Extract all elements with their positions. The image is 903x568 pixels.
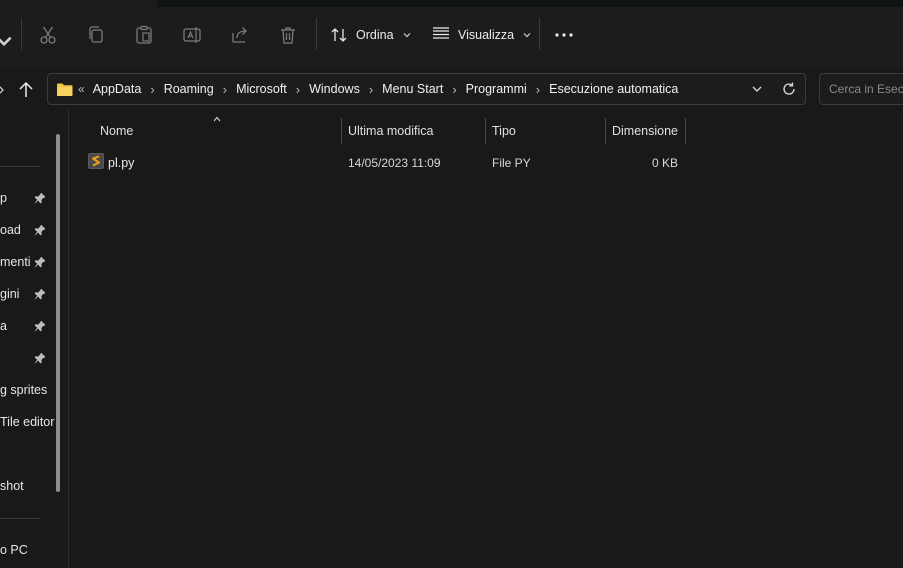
pane-divider[interactable] [68,108,69,568]
address-history-chevron-icon[interactable] [750,82,764,96]
pin-icon[interactable] [34,256,46,268]
cut-icon[interactable] [37,24,59,46]
column-divider[interactable] [485,118,486,144]
crumb-separator[interactable]: › [150,82,154,97]
nav-item-label: o PC [0,543,28,557]
view-button[interactable]: Visualizza [432,24,532,46]
nav-item-downloads[interactable]: oad [0,223,21,237]
breadcrumb: « AppData › Roaming › Microsoft › Window… [56,74,678,104]
toolbar-separator [316,18,317,50]
chevron-down-icon [403,33,410,38]
nav-item-label: p [0,191,7,205]
refresh-icon[interactable] [781,81,797,97]
sort-button[interactable]: Ordina [330,24,412,46]
view-icon [433,27,449,39]
toolbar-separator [21,18,22,50]
rename-icon[interactable] [181,24,203,46]
file-size: 0 KB [651,156,678,170]
nav-item-label: shot [0,479,24,493]
crumb-menu-start[interactable]: Menu Start [382,82,443,96]
share-icon[interactable] [229,24,251,46]
crumb-separator[interactable]: › [452,82,456,97]
nav-item-label: menti [0,255,31,269]
crumb-programmi[interactable]: Programmi [466,82,527,96]
sort-label: Ordina [356,28,394,42]
nav-item-label: gini [0,287,20,301]
column-header-size[interactable]: Dimensione [612,124,678,138]
pin-icon[interactable] [34,288,46,300]
nav-item-label: Tile editor [0,415,55,429]
nav-item-screenshot[interactable]: shot [0,479,24,493]
nav-item-label: a [0,319,7,333]
crumb-appdata[interactable]: AppData [93,82,142,96]
crumb-microsoft[interactable]: Microsoft [236,82,287,96]
nav-divider [0,166,40,167]
sort-icon [331,28,347,42]
python-file-icon [88,153,104,169]
toolbar-separator [539,18,540,50]
nav-item-sprites-folder[interactable]: g sprites [0,383,47,397]
pin-icon[interactable] [34,192,46,204]
column-header-type[interactable]: Tipo [492,124,516,138]
nav-item-pictures[interactable]: gini [0,287,19,301]
pin-icon[interactable] [34,320,46,332]
pin-icon[interactable] [34,352,46,364]
nav-item-desktop[interactable]: p [0,191,7,205]
file-type: File PY [492,156,531,170]
nav-item-music[interactable]: a [0,319,7,333]
nav-item-this-pc[interactable]: o PC [0,543,28,557]
column-divider[interactable] [685,118,686,144]
copy-icon[interactable] [85,24,107,46]
chevron-right-icon[interactable] [0,82,10,98]
nav-divider [0,518,40,519]
pin-icon[interactable] [34,224,46,236]
view-label: Visualizza [458,28,515,42]
chevron-down-icon [523,33,531,38]
delete-icon[interactable] [277,24,299,46]
nav-item-label: g sprites [0,383,48,397]
search-placeholder: Cerca in Esecuzione automatica [829,82,903,96]
up-arrow-icon[interactable] [16,80,36,100]
column-header-name[interactable]: Nome [100,124,133,138]
new-dropdown-chevron-icon[interactable] [0,24,12,47]
crumb-separator[interactable]: › [536,82,540,97]
window-top-strip [157,0,903,7]
more-icon[interactable] [553,24,575,46]
address-bar[interactable]: « AppData › Roaming › Microsoft › Window… [47,73,806,105]
file-name: pl.py [108,156,135,170]
crumb-roaming[interactable]: Roaming [164,82,214,96]
search-input[interactable]: Cerca in Esecuzione automatica [819,73,903,105]
nav-item-label: oad [0,223,21,237]
crumb-separator[interactable]: › [369,82,373,97]
crumb-esecuzione-automatica[interactable]: Esecuzione automatica [549,82,678,96]
crumb-windows[interactable]: Windows [309,82,360,96]
column-divider[interactable] [605,118,606,144]
file-modified: 14/05/2023 11:09 [348,156,441,170]
crumb-separator[interactable]: › [296,82,300,97]
nav-item-documents[interactable]: menti [0,255,31,269]
sort-ascending-indicator-icon [212,115,222,123]
crumb-separator[interactable]: › [223,82,227,97]
column-divider[interactable] [341,118,342,144]
nav-item-tile-editor[interactable]: Tile editor [0,415,54,429]
folder-icon [57,83,73,96]
nav-pane-scrollbar[interactable] [56,134,60,492]
command-bar: Ordina Visualizza [0,0,903,68]
paste-icon[interactable] [133,24,155,46]
column-header-modified[interactable]: Ultima modifica [348,124,433,138]
breadcrumb-overflow[interactable]: « [78,82,85,96]
